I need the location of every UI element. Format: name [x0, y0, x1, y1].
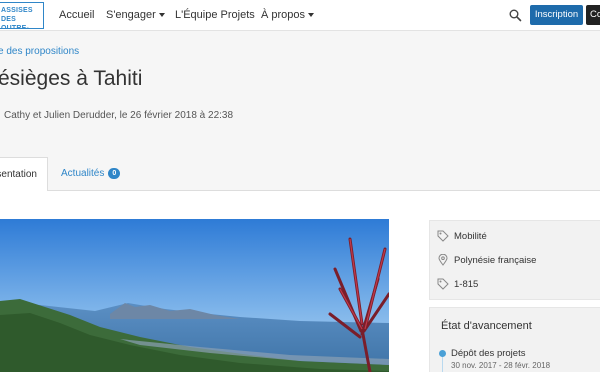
site-logo[interactable]: ASSISES DES OUTRE-MER	[0, 2, 44, 29]
progress-step-label: Dépôt des projets	[451, 348, 526, 359]
tag-icon	[437, 230, 449, 242]
reference-tag[interactable]: 1-815	[437, 278, 479, 290]
location-tag[interactable]: Polynésie française	[437, 254, 537, 266]
caret-down-icon	[158, 13, 165, 18]
search-icon[interactable]	[509, 9, 522, 22]
breadcrumb-link[interactable]: e des propositions	[0, 46, 79, 57]
hero-image	[0, 219, 389, 372]
tab-actualites[interactable]: Actualités 0	[61, 168, 121, 179]
project-info-box: Mobilité Polynésie française 1-815	[429, 220, 600, 300]
inscription-button[interactable]: Inscription	[530, 5, 583, 25]
nav-equipe-projets[interactable]: L'Équipe Projets	[175, 9, 255, 21]
news-count-badge: 0	[108, 168, 121, 179]
progress-box: État d'avancement Dépôt des projets 30 n…	[429, 307, 600, 372]
theme-tag-label: Mobilité	[454, 231, 487, 242]
caret-down-icon	[308, 13, 315, 18]
map-marker-icon	[438, 254, 448, 266]
nav-a-propos[interactable]: À propos	[261, 9, 315, 21]
logo-text: ASSISES DES OUTRE-MER	[1, 7, 33, 29]
tag-icon	[437, 278, 449, 290]
location-tag-label: Polynésie française	[454, 255, 537, 266]
nav-sengager-label: S'engager	[106, 9, 156, 21]
page-title: ésièges à Tahiti	[0, 67, 143, 90]
nav-sengager[interactable]: S'engager	[106, 9, 165, 21]
reference-tag-label: 1-815	[454, 279, 479, 290]
nav-accueil[interactable]: Accueil	[59, 9, 94, 21]
progress-step-dot	[439, 350, 446, 357]
tabs-bar: sentation Actualités 0	[0, 157, 600, 192]
tab-actualites-label: Actualités	[61, 168, 105, 179]
top-navbar: ASSISES DES OUTRE-MER Accueil S'engager …	[0, 0, 600, 31]
progress-title: État d'avancement	[441, 320, 532, 332]
nav-a-propos-label: À propos	[261, 9, 306, 21]
tab-presentation[interactable]: sentation	[0, 157, 48, 192]
connexion-button[interactable]: Co	[586, 5, 600, 25]
author-line: Cathy et Julien Derudder, le 26 février …	[4, 110, 234, 121]
progress-step-dates: 30 nov. 2017 - 28 févr. 2018	[451, 361, 551, 370]
theme-tag[interactable]: Mobilité	[437, 230, 487, 242]
